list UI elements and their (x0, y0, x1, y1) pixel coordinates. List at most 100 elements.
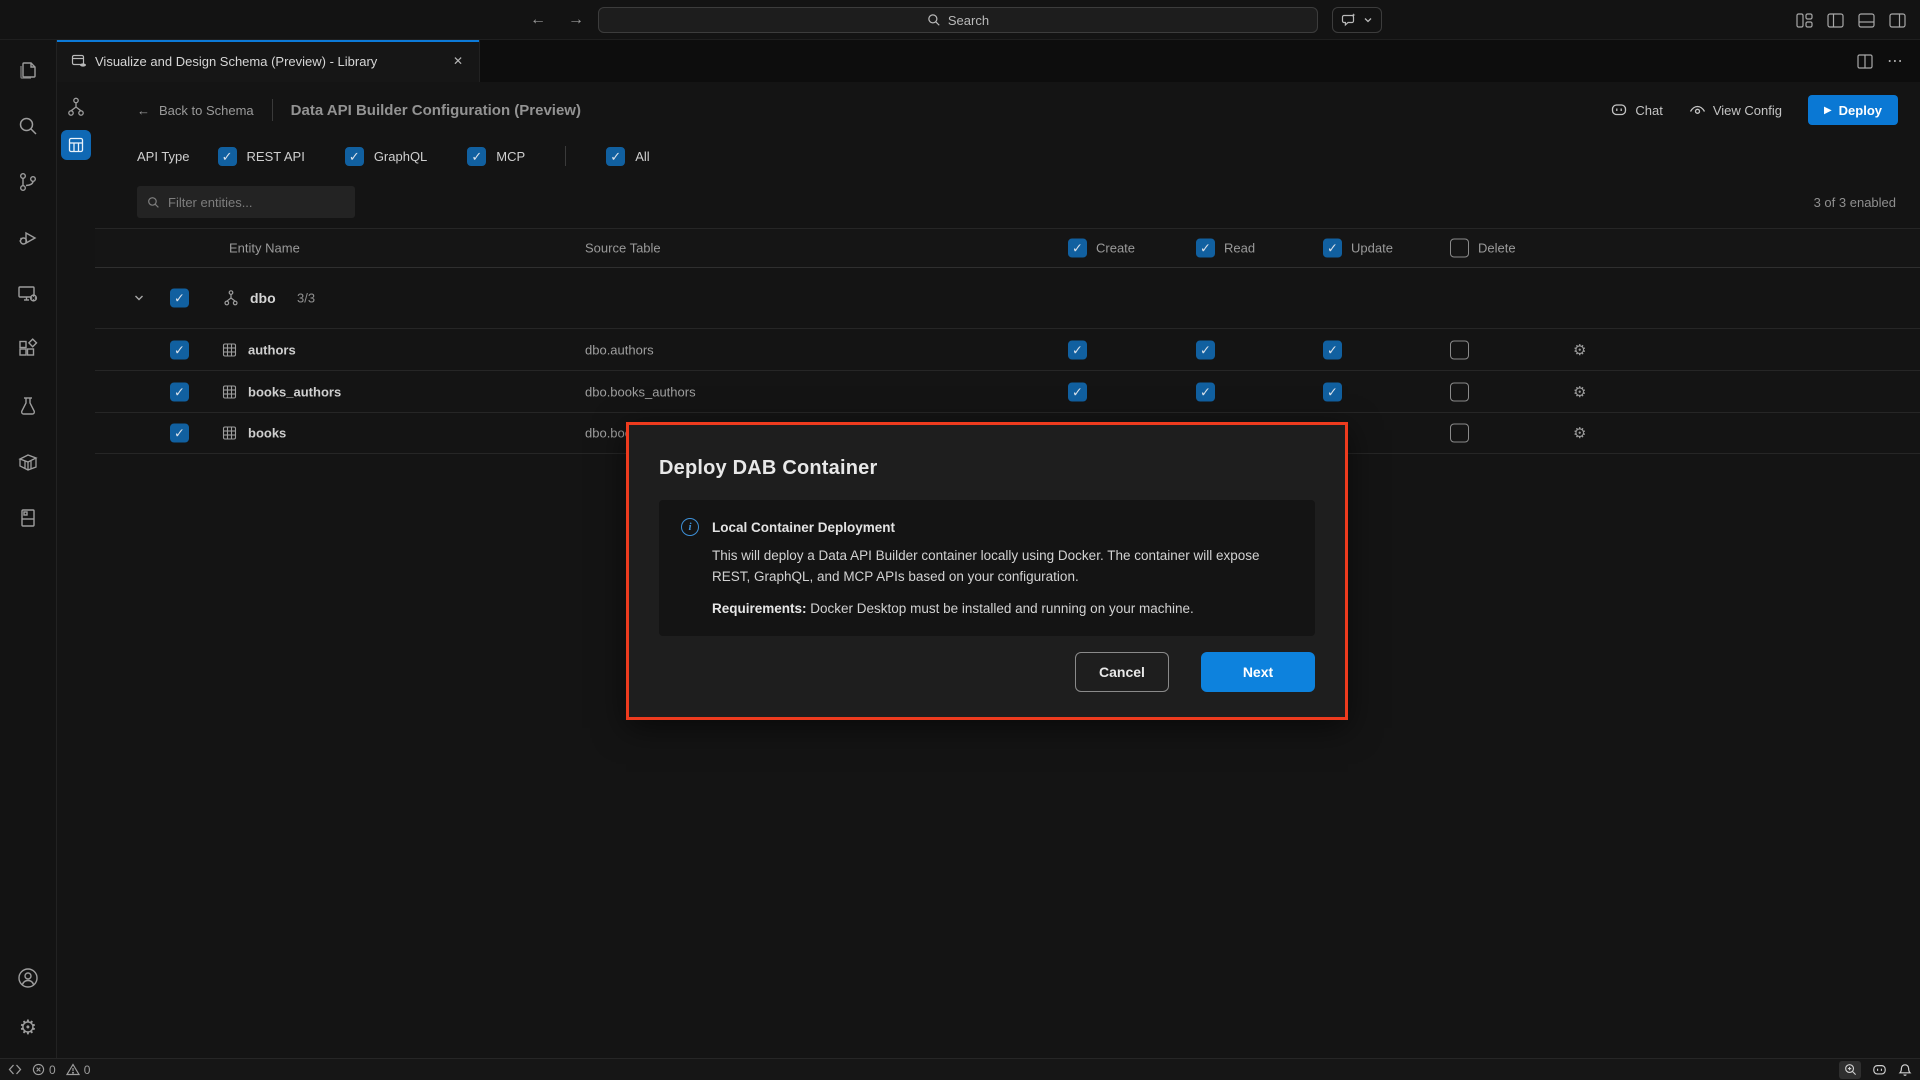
vscode-window: ← → Search (0, 0, 1920, 1080)
table-config-view-button[interactable] (61, 130, 91, 160)
warning-icon (66, 1063, 80, 1076)
back-arrow-icon[interactable]: ← (528, 10, 548, 30)
graphql-checkbox[interactable] (345, 147, 364, 166)
info-box: i Local Container Deployment This will d… (659, 500, 1315, 636)
source-table: dbo.books_authors (585, 384, 696, 399)
window-layout-controls (1796, 0, 1906, 40)
source-control-icon[interactable] (12, 166, 44, 198)
copilot-status-icon[interactable] (1871, 1063, 1888, 1077)
all-checkbox[interactable] (606, 147, 625, 166)
notifications-bell-icon[interactable] (1898, 1063, 1912, 1077)
entity-name: authors (248, 342, 296, 357)
extensions-icon[interactable] (12, 334, 44, 366)
table-icon (222, 342, 237, 357)
activity-bar: ⚙ (0, 40, 57, 1058)
row-select-checkbox[interactable] (170, 382, 189, 401)
graphql-option[interactable]: GraphQL (345, 147, 427, 166)
delete-all-checkbox[interactable] (1450, 239, 1469, 258)
chevron-down-icon[interactable] (133, 292, 145, 304)
update-checkbox[interactable] (1323, 340, 1342, 359)
schema-graph-view-icon[interactable] (63, 94, 89, 120)
row-settings-icon[interactable]: ⚙ (1573, 341, 1586, 359)
search-placeholder: Search (948, 13, 989, 28)
entity-name-column-header: Entity Name (229, 241, 300, 256)
back-to-schema-link[interactable]: ← Back to Schema (137, 103, 254, 118)
requirements-line: Requirements: Docker Desktop must be ins… (712, 601, 1293, 616)
chevron-down-icon[interactable] (1363, 15, 1373, 25)
remote-explorer-icon[interactable] (12, 278, 44, 310)
read-column-header: Read (1224, 241, 1255, 256)
command-search-box[interactable]: Search (598, 7, 1318, 33)
toggle-secondary-sidebar-icon[interactable] (1889, 13, 1906, 28)
account-icon[interactable] (12, 962, 44, 994)
toggle-panel-icon[interactable] (1858, 13, 1875, 28)
page-title: Data API Builder Configuration (Preview) (291, 102, 581, 119)
delete-checkbox[interactable] (1450, 424, 1469, 443)
row-select-checkbox[interactable] (170, 424, 189, 443)
deploy-dab-dialog: Deploy DAB Container i Local Container D… (626, 422, 1348, 720)
remote-indicator[interactable] (8, 1063, 22, 1076)
next-button[interactable]: Next (1201, 652, 1315, 692)
info-icon: i (681, 518, 699, 536)
search-view-icon[interactable] (12, 110, 44, 142)
requirements-body: Docker Desktop must be installed and run… (807, 601, 1194, 616)
group-select-checkbox[interactable] (170, 289, 189, 308)
tab-visualize-schema[interactable]: Visualize and Design Schema (Preview) - … (57, 40, 480, 82)
customize-layout-icon[interactable] (1796, 13, 1813, 28)
row-select-checkbox[interactable] (170, 340, 189, 359)
header-divider (272, 99, 273, 121)
delete-checkbox[interactable] (1450, 382, 1469, 401)
chat-button[interactable]: Chat (1610, 102, 1662, 118)
deploy-button[interactable]: ▶ Deploy (1808, 95, 1898, 125)
read-checkbox[interactable] (1196, 382, 1215, 401)
read-all-checkbox[interactable] (1196, 239, 1215, 258)
table-row-books-authors[interactable]: books_authors dbo.books_authors ⚙ (95, 370, 1920, 412)
back-label: Back to Schema (159, 103, 254, 118)
errors-count: 0 (49, 1063, 56, 1077)
warnings-status[interactable]: 0 (66, 1063, 91, 1077)
split-editor-icon[interactable] (1857, 54, 1873, 69)
toggle-primary-sidebar-icon[interactable] (1827, 13, 1844, 28)
table-icon (222, 426, 237, 441)
eye-icon (1689, 103, 1706, 117)
cancel-button[interactable]: Cancel (1075, 652, 1169, 692)
read-checkbox[interactable] (1196, 340, 1215, 359)
rest-api-option[interactable]: REST API (218, 147, 305, 166)
explorer-icon[interactable] (12, 54, 44, 86)
schema-designer-icon (71, 53, 87, 69)
mcp-checkbox[interactable] (467, 147, 486, 166)
container-icon[interactable] (12, 446, 44, 478)
delete-checkbox[interactable] (1450, 340, 1469, 359)
graphql-label: GraphQL (374, 149, 427, 164)
create-all-checkbox[interactable] (1068, 239, 1087, 258)
run-debug-icon[interactable] (12, 222, 44, 254)
row-settings-icon[interactable]: ⚙ (1573, 383, 1586, 401)
table-row-authors[interactable]: authors dbo.authors ⚙ (95, 328, 1920, 370)
more-actions-icon[interactable]: ⋯ (1887, 51, 1904, 71)
create-checkbox[interactable] (1068, 382, 1087, 401)
zoom-status-icon[interactable] (1839, 1061, 1861, 1079)
deploy-label: Deploy (1839, 103, 1882, 118)
all-option[interactable]: All (606, 147, 649, 166)
forward-arrow-icon[interactable]: → (566, 10, 586, 30)
row-settings-icon[interactable]: ⚙ (1573, 424, 1586, 442)
create-checkbox[interactable] (1068, 340, 1087, 359)
enabled-summary: 3 of 3 enabled (1814, 195, 1896, 210)
database-notebook-icon[interactable] (12, 502, 44, 534)
update-checkbox[interactable] (1323, 382, 1342, 401)
copilot-chat-button[interactable] (1332, 7, 1382, 33)
create-column-header: Create (1096, 241, 1135, 256)
filter-entities-input[interactable] (168, 195, 328, 210)
rest-api-checkbox[interactable] (218, 147, 237, 166)
errors-status[interactable]: 0 (32, 1063, 56, 1077)
filter-entities-box[interactable] (137, 186, 355, 218)
close-icon[interactable]: ✕ (449, 52, 467, 70)
view-config-button[interactable]: View Config (1689, 103, 1782, 118)
api-options-divider (565, 146, 566, 166)
dialog-title: Deploy DAB Container (659, 457, 1315, 480)
update-all-checkbox[interactable] (1323, 239, 1342, 258)
testing-icon[interactable] (12, 390, 44, 422)
entity-name: books_authors (248, 384, 341, 399)
settings-gear-icon[interactable]: ⚙ (12, 1012, 44, 1044)
mcp-option[interactable]: MCP (467, 147, 525, 166)
